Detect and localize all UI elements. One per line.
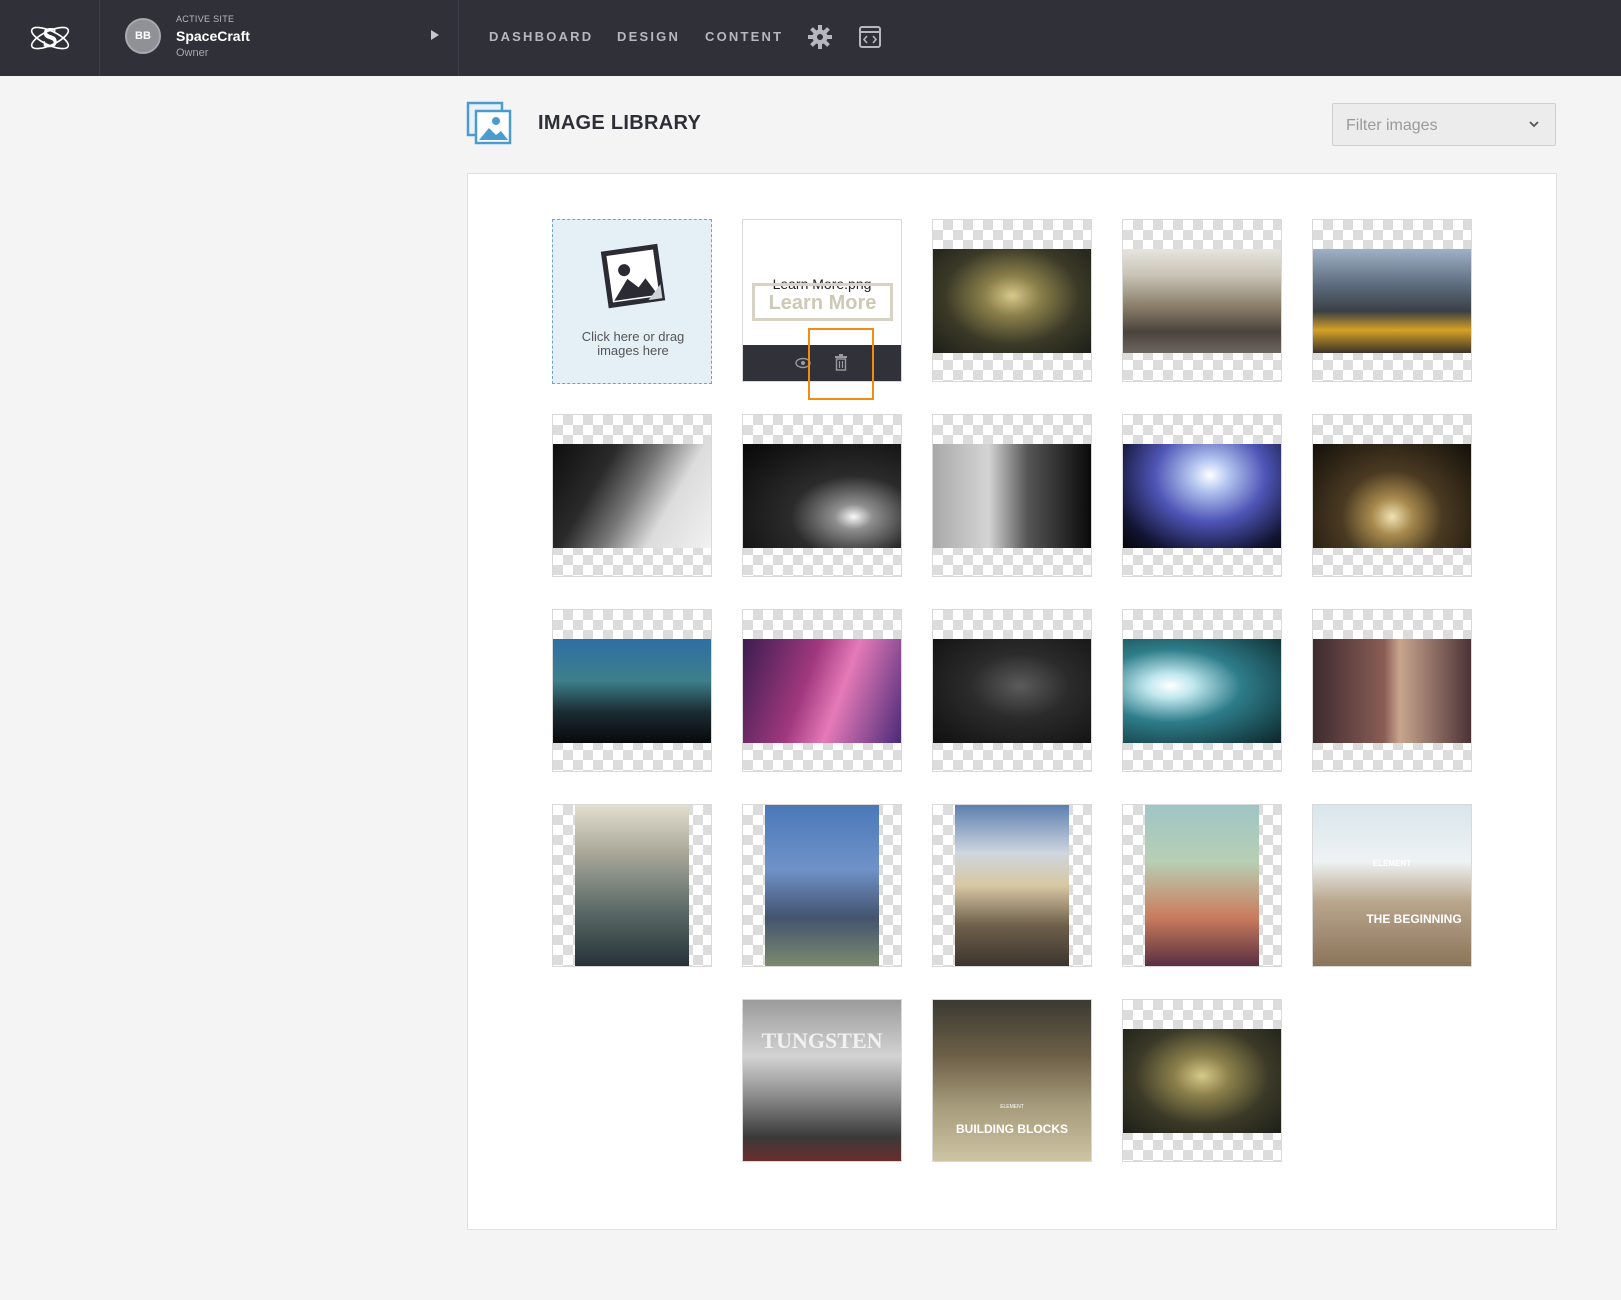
image-thumbnail [1123, 639, 1281, 743]
image-thumbnail [743, 1000, 901, 1161]
image-tile[interactable] [932, 609, 1092, 772]
image-tile[interactable] [1122, 414, 1282, 577]
settings-gear-icon[interactable] [807, 24, 833, 50]
image-tile[interactable] [552, 414, 712, 577]
filter-placeholder: Filter images [1346, 117, 1438, 134]
filter-images-select[interactable]: Filter images [1332, 103, 1556, 146]
image-tile[interactable]: TUNGSTEN [742, 999, 902, 1162]
image-tile[interactable] [1312, 609, 1472, 772]
image-tile[interactable] [742, 414, 902, 577]
active-site-label: ACTIVE SITE [176, 14, 235, 24]
image-tile[interactable] [1122, 219, 1282, 382]
site-role: Owner [176, 47, 209, 59]
image-thumbnail [933, 639, 1091, 743]
image-thumbnail [1123, 249, 1281, 353]
learn-more-button-preview: Learn More [752, 283, 893, 321]
image-thumbnail [575, 805, 689, 966]
image-overlay-text-small: ELEMENT [1000, 1104, 1024, 1110]
image-tile[interactable] [742, 609, 902, 772]
image-thumbnail [955, 805, 1069, 966]
image-tile[interactable] [1122, 804, 1282, 967]
code-embed-icon[interactable] [857, 24, 883, 50]
image-tile[interactable] [1122, 609, 1282, 772]
logo-cell: S [0, 0, 100, 76]
image-thumbnail [743, 444, 901, 548]
svg-text:S: S [42, 23, 58, 54]
spacecraft-logo-icon[interactable]: S [27, 16, 73, 60]
delete-highlight-outline [808, 328, 874, 400]
top-bar: S BB ACTIVE SITE SpaceCraft Owner DASHBO… [0, 0, 1621, 76]
image-library-icon [466, 101, 512, 145]
image-thumbnail [1313, 639, 1471, 743]
image-thumbnail [933, 444, 1091, 548]
image-tile[interactable] [552, 804, 712, 967]
upload-dropzone[interactable]: Click here or drag images here [552, 219, 712, 384]
site-name: SpaceCraft [176, 28, 250, 44]
image-tile[interactable] [932, 804, 1092, 967]
upload-instructions: Click here or drag images here [581, 329, 685, 358]
page-title: IMAGE LIBRARY [538, 112, 702, 134]
image-thumbnail [1123, 1029, 1281, 1133]
image-thumbnail [553, 639, 711, 743]
image-overlay-text: THE BEGINNING [1366, 912, 1462, 926]
image-thumbnail [553, 444, 711, 548]
image-overlay-text: TUNGSTEN [761, 1028, 883, 1053]
chevron-down-icon [1529, 121, 1539, 128]
avatar: BB [125, 18, 161, 54]
image-thumbnail [1145, 805, 1259, 966]
image-thumbnail [765, 805, 879, 966]
learn-more-preview-text: Learn More [768, 292, 877, 314]
image-tile[interactable] [552, 609, 712, 772]
nav-dashboard[interactable]: DASHBOARD [489, 29, 593, 44]
image-tile[interactable] [932, 414, 1092, 577]
image-thumbnail [743, 639, 901, 743]
image-upload-icon [600, 243, 666, 309]
image-thumbnail [1313, 805, 1471, 966]
image-overlay-text-small: ELEMENT [1372, 859, 1412, 868]
image-thumbnail [1313, 249, 1471, 353]
caret-right-icon[interactable] [431, 30, 439, 40]
image-overlay-text: BUILDING BLOCKS [956, 1122, 1068, 1136]
image-thumbnail [1123, 444, 1281, 548]
image-thumbnail [933, 1000, 1091, 1161]
image-tile[interactable] [1122, 999, 1282, 1162]
image-tile[interactable] [932, 219, 1092, 382]
image-tile[interactable] [742, 804, 902, 967]
image-tile[interactable] [1312, 219, 1472, 382]
image-tile[interactable]: ELEMENT THE BEGINNING [1312, 804, 1472, 967]
image-tile[interactable] [1312, 414, 1472, 577]
nav-content[interactable]: CONTENT [705, 29, 783, 44]
image-thumbnail [933, 249, 1091, 353]
active-site-switcher[interactable]: BB ACTIVE SITE SpaceCraft Owner [100, 0, 459, 76]
nav-design[interactable]: DESIGN [617, 29, 680, 44]
image-tile[interactable]: ELEMENT BUILDING BLOCKS [932, 999, 1092, 1162]
image-thumbnail [1313, 444, 1471, 548]
